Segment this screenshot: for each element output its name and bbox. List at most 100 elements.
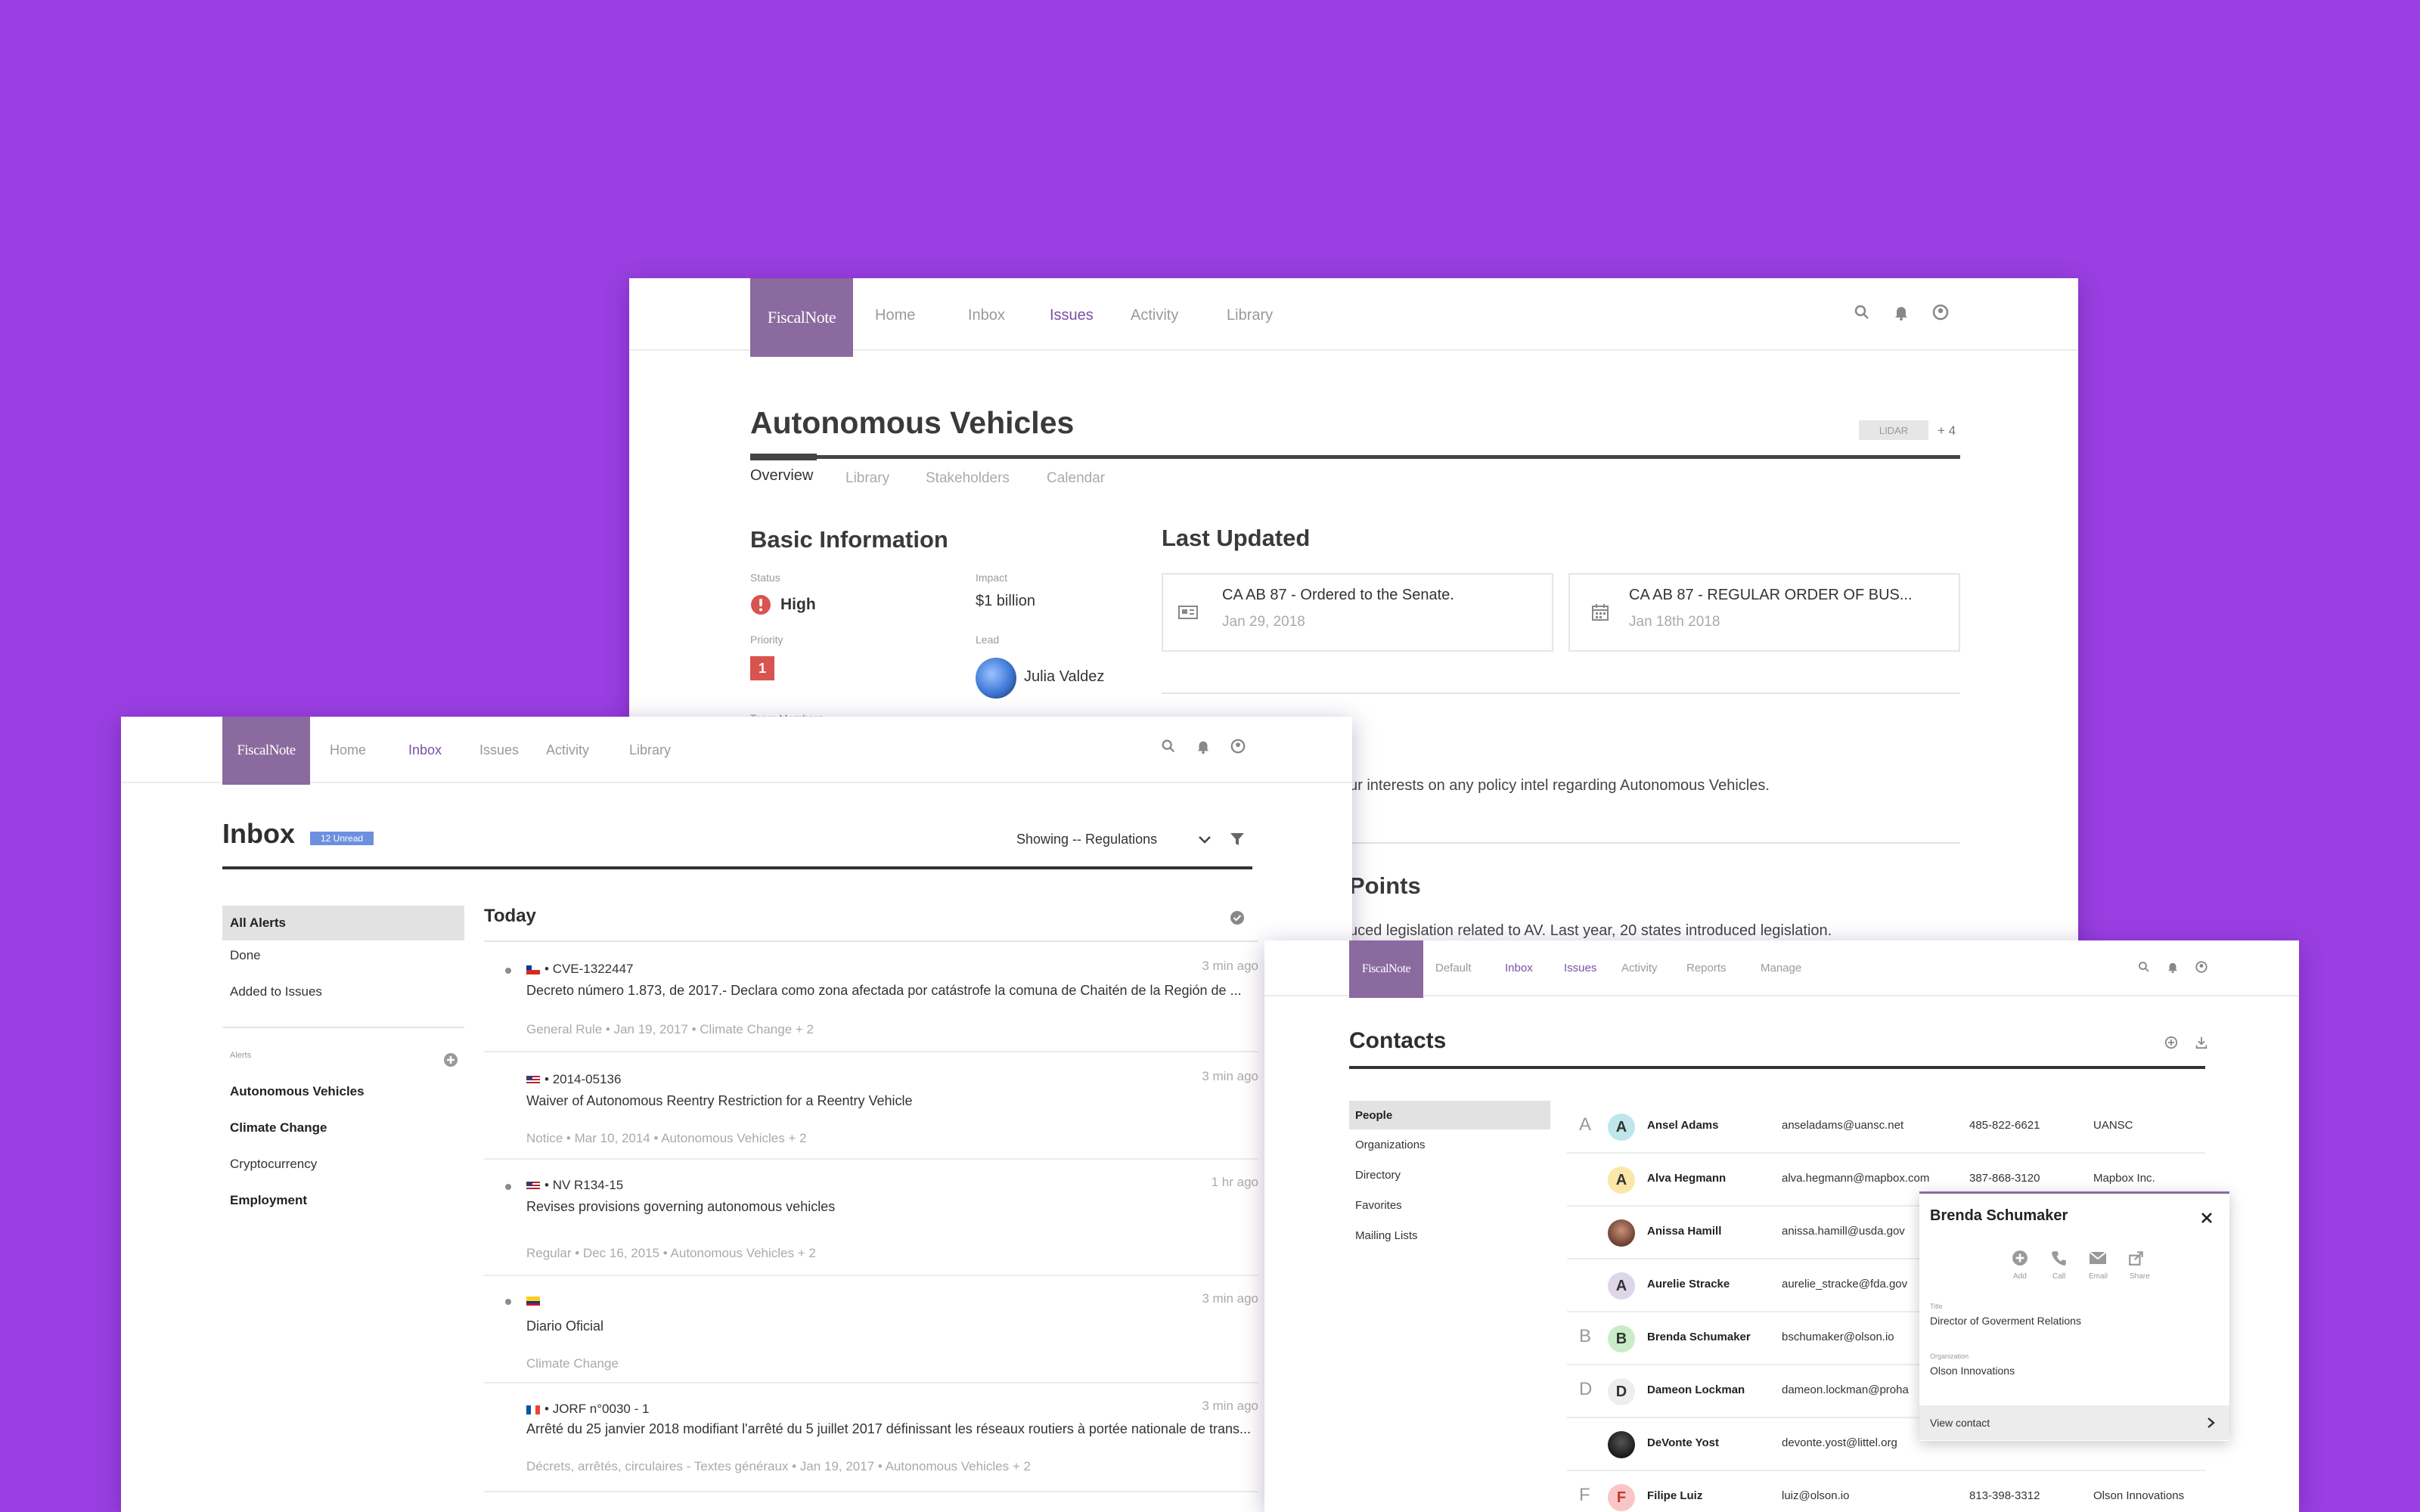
check-all-icon[interactable]	[1230, 910, 1245, 925]
close-icon[interactable]	[2199, 1210, 2214, 1225]
contact-name[interactable]: Filipe Luiz	[1647, 1489, 1702, 1502]
contact-row[interactable]: A A Ansel Adams anseladams@uansc.net 485…	[1567, 1101, 2205, 1154]
filter-icon[interactable]	[1230, 832, 1245, 847]
fiscalnote-logo[interactable]: FiscalNote	[1349, 940, 1423, 998]
avatar: D	[1608, 1378, 1635, 1405]
nav-manage[interactable]: Manage	[1761, 962, 1801, 974]
sidebar-item-all-alerts[interactable]: All Alerts	[222, 906, 464, 940]
nav-library[interactable]: Library	[629, 742, 671, 758]
alert-title[interactable]: Waiver of Autonomous Reentry Restriction…	[526, 1093, 913, 1109]
add-icon[interactable]	[2012, 1250, 2028, 1266]
user-icon[interactable]	[1230, 738, 1246, 754]
update-card[interactable]: CA AB 87 - Ordered to the Senate. Jan 29…	[1162, 573, 1553, 652]
bell-icon[interactable]	[1892, 303, 1910, 321]
search-icon[interactable]	[2137, 960, 2151, 974]
sidebar-item-added[interactable]: Added to Issues	[230, 984, 322, 999]
alert-row[interactable]: 3 min ago Diario Oficial Climate Change	[484, 1276, 1258, 1383]
search-icon[interactable]	[1853, 303, 1871, 321]
fiscalnote-logo[interactable]: FiscalNote	[750, 278, 853, 357]
contact-email[interactable]: alva.hegmann@mapbox.com	[1782, 1172, 1929, 1185]
flag-us-icon	[526, 1075, 540, 1085]
alert-employment[interactable]: Employment	[230, 1193, 307, 1208]
tab-stakeholders[interactable]: Stakeholders	[926, 470, 1010, 487]
nav-issues[interactable]: Issues	[479, 742, 519, 758]
nav-activity[interactable]: Activity	[1621, 962, 1658, 974]
alert-climate-change[interactable]: Climate Change	[230, 1120, 327, 1136]
alert-autonomous-vehicles[interactable]: Autonomous Vehicles	[230, 1084, 365, 1099]
fiscalnote-logo[interactable]: FiscalNote	[222, 717, 310, 785]
update-card[interactable]: CA AB 87 - REGULAR ORDER OF BUS... Jan 1…	[1568, 573, 1960, 652]
alert-row[interactable]: • CVE-1322447 3 min ago Decreto número 1…	[484, 942, 1258, 1052]
download-icon[interactable]	[2195, 1036, 2208, 1049]
contact-name[interactable]: Dameon Lockman	[1647, 1383, 1745, 1396]
alert-meta: Notice • Mar 10, 2014 • Autonomous Vehic…	[526, 1131, 807, 1145]
alert-cryptocurrency[interactable]: Cryptocurrency	[230, 1157, 317, 1172]
nav-inbox[interactable]: Inbox	[1505, 962, 1533, 974]
nav-activity[interactable]: Activity	[546, 742, 589, 758]
sidebar-item-favorites[interactable]: Favorites	[1355, 1199, 1402, 1212]
nav-issues[interactable]: Issues	[1050, 307, 1094, 324]
contact-name[interactable]: Brenda Schumaker	[1647, 1331, 1751, 1343]
contact-name[interactable]: DeVonte Yost	[1647, 1436, 1719, 1449]
alert-title[interactable]: Diario Oficial	[526, 1318, 603, 1334]
tab-library[interactable]: Library	[845, 470, 889, 487]
tab-overview[interactable]: Overview	[750, 467, 813, 485]
contact-email[interactable]: devonte.yost@littel.org	[1782, 1436, 1897, 1449]
contact-row[interactable]: F F Filipe Luiz luiz@olson.io 813-398-33…	[1567, 1471, 2205, 1512]
title-divider	[750, 455, 1960, 459]
contact-name[interactable]: Aurelie Stracke	[1647, 1278, 1730, 1290]
sidebar-item-mailing-lists[interactable]: Mailing Lists	[1355, 1229, 1418, 1242]
sidebar-item-people[interactable]: People	[1349, 1101, 1550, 1129]
contact-email[interactable]: anissa.hamill@usda.gov	[1782, 1225, 1905, 1238]
alert-row[interactable]: • JORF n°0030 - 1 3 min ago Arrêté du 25…	[484, 1383, 1258, 1492]
lead-name[interactable]: Julia Valdez	[1024, 668, 1104, 686]
sidebar-item-directory[interactable]: Directory	[1355, 1169, 1401, 1182]
alert-row[interactable]: • 2014-05136 3 min ago Waiver of Autonom…	[484, 1052, 1258, 1160]
add-contact-icon[interactable]	[2164, 1036, 2178, 1049]
lead-avatar[interactable]	[976, 658, 1016, 699]
phone-icon[interactable]	[2051, 1250, 2068, 1266]
contact-email[interactable]: aurelie_stracke@fda.gov	[1782, 1278, 1907, 1290]
tag-chip[interactable]: LIDAR	[1859, 420, 1928, 440]
contact-email[interactable]: anseladams@uansc.net	[1782, 1119, 1903, 1132]
alert-row[interactable]: • NV R134-15 1 hr ago Revises provisions…	[484, 1160, 1258, 1276]
email-icon[interactable]	[2089, 1251, 2107, 1265]
nav-default[interactable]: Default	[1435, 962, 1472, 974]
nav-inbox[interactable]: Inbox	[408, 742, 442, 758]
nav-library[interactable]: Library	[1227, 307, 1273, 324]
contact-name[interactable]: Anissa Hamill	[1647, 1225, 1721, 1238]
view-contact-button[interactable]: View contact	[1919, 1405, 2229, 1440]
chevron-down-icon[interactable]	[1198, 835, 1212, 845]
today-heading: Today	[484, 906, 536, 926]
tab-calendar[interactable]: Calendar	[1047, 470, 1105, 487]
nav-reports[interactable]: Reports	[1686, 962, 1727, 974]
action-label: Email	[2089, 1272, 2108, 1281]
sidebar-item-done[interactable]: Done	[230, 948, 261, 963]
user-icon[interactable]	[1931, 303, 1950, 321]
alert-title[interactable]: Revises provisions governing autonomous …	[526, 1199, 835, 1215]
nav-inbox[interactable]: Inbox	[968, 307, 1005, 324]
search-icon[interactable]	[1160, 738, 1177, 754]
nav-home[interactable]: Home	[875, 307, 915, 324]
nav-activity[interactable]: Activity	[1131, 307, 1178, 324]
points-heading: Points	[1349, 872, 1421, 899]
share-icon[interactable]	[2128, 1250, 2145, 1266]
tag-more[interactable]: + 4	[1938, 423, 1956, 438]
alert-title[interactable]: Arrêté du 25 janvier 2018 modifiant l'ar…	[526, 1421, 1251, 1437]
sidebar-item-organizations[interactable]: Organizations	[1355, 1139, 1426, 1151]
contact-name[interactable]: Ansel Adams	[1647, 1119, 1718, 1132]
nav-issues[interactable]: Issues	[1564, 962, 1596, 974]
contact-email[interactable]: dameon.lockman@proha	[1782, 1383, 1909, 1396]
update-date: Jan 29, 2018	[1222, 614, 1305, 630]
add-alert-icon[interactable]	[443, 1052, 458, 1067]
alert-title[interactable]: Decreto número 1.873, de 2017.- Declara …	[526, 983, 1242, 999]
alert-code: • NV R134-15	[526, 1178, 623, 1193]
bell-icon[interactable]	[2166, 960, 2180, 974]
nav-home[interactable]: Home	[330, 742, 366, 758]
contact-name[interactable]: Alva Hegmann	[1647, 1172, 1726, 1185]
user-icon[interactable]	[2195, 960, 2208, 974]
contact-email[interactable]: bschumaker@olson.io	[1782, 1331, 1894, 1343]
bell-icon[interactable]	[1195, 738, 1212, 754]
contact-email[interactable]: luiz@olson.io	[1782, 1489, 1849, 1502]
filter-select[interactable]: Showing -- Regulations	[1016, 832, 1157, 847]
